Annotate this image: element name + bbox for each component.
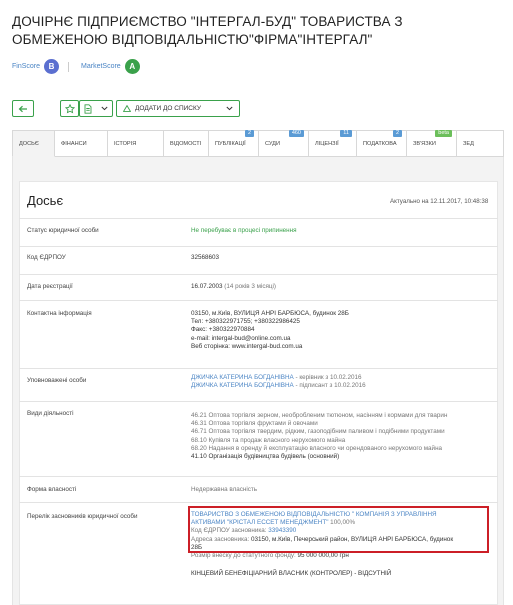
tab-label: ЗВ'ЯЗКИ bbox=[413, 140, 436, 147]
row-registration: Дата реєстрації 16.07.2003 (14 років 3 м… bbox=[19, 274, 498, 296]
tab-beta-badge: beta bbox=[435, 130, 452, 137]
toolbar: ДОДАТИ ДО СПИСКУ bbox=[12, 100, 240, 117]
company-title: ДОЧІРНЄ ПІДПРИЄМСТВО "ІНТЕРГАЛ-БУД" ТОВА… bbox=[12, 13, 492, 49]
activity-item-primary: 41.10 Організація будівництва будівель (… bbox=[191, 453, 340, 461]
ownership-label: Форма власності bbox=[27, 486, 77, 493]
row-contacts: Контактна інформація 03150, м.Київ, ВУЛИ… bbox=[19, 300, 498, 368]
capital-label: Розмір внеску до статутного фонду: bbox=[191, 552, 298, 560]
tab-label: ФІНАНСИ bbox=[61, 140, 87, 147]
row-activities: Види діяльності 46.21 Оптова торгівля зе… bbox=[19, 401, 498, 473]
tab-label: ПУБЛІКАЦІЇ bbox=[215, 140, 246, 147]
company-title-line1: ДОЧІРНЄ ПІДПРИЄМСТВО "ІНТЕРГАЛ-БУД" ТОВА… bbox=[12, 14, 403, 29]
tab-history[interactable]: ІСТОРІЯ bbox=[108, 130, 164, 157]
back-button[interactable] bbox=[12, 100, 34, 117]
registration-age: (14 років 3 місяці) bbox=[224, 283, 277, 290]
chevron-down-icon bbox=[226, 106, 233, 111]
contact-email: e-mail: intergal-bud@online.com.ua bbox=[191, 334, 291, 342]
export-button[interactable] bbox=[79, 100, 113, 117]
activity-item: 68.20 Надання в оренду й експлуатацію вл… bbox=[191, 444, 443, 452]
contact-address: 03150, м.Київ, ВУЛИЦЯ АНРІ БАРБЮСА, буди… bbox=[191, 310, 349, 317]
edrpou-label: Код ЄДРПОУ bbox=[27, 254, 66, 261]
authorized-person: ДЖИЧКА КАТЕРИНА БОГДАНІВНА - керівник з … bbox=[191, 374, 366, 382]
tab-connections[interactable]: ЗВ'ЯЗКИ beta bbox=[407, 130, 457, 157]
tab-count-badge: 2 bbox=[244, 130, 254, 137]
tab-finance[interactable]: ФІНАНСИ bbox=[55, 130, 108, 157]
tab-dossier[interactable]: ДОСЬЄ bbox=[12, 130, 55, 157]
tab-label: ЛІЦЕНЗІЇ bbox=[315, 140, 339, 147]
row-edrpou: Код ЄДРПОУ 32568603 bbox=[19, 246, 498, 268]
tab-bar: ДОСЬЄ ФІНАНСИ ІСТОРІЯ ВІДОМОСТІ ПУБЛІКАЦ… bbox=[12, 130, 504, 157]
tab-publications[interactable]: ПУБЛІКАЦІЇ 2 bbox=[209, 130, 259, 157]
row-ownership: Форма власності Недержавна власність bbox=[19, 476, 498, 500]
score-divider bbox=[68, 61, 70, 72]
authorized-person-role: - керівник з 10.02.2016 bbox=[293, 374, 362, 381]
founder-highlight-box bbox=[188, 506, 489, 553]
capital-value: 95 000 000,00 грн bbox=[297, 552, 349, 560]
tab-records[interactable]: ВІДОМОСТІ bbox=[164, 130, 209, 157]
tab-label: ІСТОРІЯ bbox=[114, 140, 137, 147]
contacts-label: Контактна інформація bbox=[27, 310, 92, 317]
activities-list: 46.21 Оптова торгівля зерном, необроблен… bbox=[191, 412, 447, 461]
authorized-person-role: - підписант з 10.02.2016 bbox=[293, 382, 366, 390]
scores-bar: FinScore B MarketScore A bbox=[12, 59, 140, 74]
tab-licenses[interactable]: ЛІЦЕНЗІЇ 11 bbox=[309, 130, 357, 157]
row-authorized: Уповноважені особи ДЖИЧКА КАТЕРИНА БОГДА… bbox=[19, 368, 498, 398]
tab-label: ВІДОМОСТІ bbox=[170, 140, 202, 147]
tab-label: ПОДАТКОВА bbox=[363, 140, 397, 147]
status-value: Не перебуває в процесі припинення bbox=[191, 227, 297, 234]
beneficiary-note: КІНЦЕВИЙ БЕНЕФІЦІАРНИЙ ВЛАСНИК (КОНТРОЛЕ… bbox=[191, 570, 392, 578]
tab-tax[interactable]: ПОДАТКОВА 2 bbox=[357, 130, 407, 157]
founders-label: Перелік засновників юридичної особи bbox=[27, 513, 138, 520]
authorized-person-link[interactable]: ДЖИЧКА КАТЕРИНА БОГДАНІВНА bbox=[191, 382, 294, 389]
chevron-down-icon bbox=[101, 106, 108, 111]
tab-foreign-trade[interactable]: ЗЕД bbox=[457, 130, 504, 157]
finscore-link[interactable]: FinScore bbox=[12, 63, 40, 70]
tab-courts[interactable]: СУДИ 460 bbox=[259, 130, 309, 157]
activity-item: 46.71 Оптова торгівля твердим, рідким, г… bbox=[191, 428, 445, 436]
activity-item: 68.10 Купівля та продаж власного нерухом… bbox=[191, 436, 346, 444]
tab-label: ДОСЬЄ bbox=[19, 140, 39, 147]
marketscore-badge[interactable]: A bbox=[124, 59, 140, 74]
add-to-list-label: ДОДАТИ ДО СПИСКУ bbox=[135, 105, 201, 112]
favorite-button[interactable] bbox=[60, 100, 79, 117]
finscore-badge[interactable]: B bbox=[44, 59, 60, 74]
ownership-value: Недержавна власність bbox=[191, 486, 258, 493]
authorized-label: Уповноважені особи bbox=[27, 377, 87, 384]
edrpou-value: 32568603 bbox=[191, 254, 220, 261]
activity-item: 46.21 Оптова торгівля зерном, необроблен… bbox=[191, 412, 448, 419]
tab-label: СУДИ bbox=[265, 140, 280, 147]
contact-fax: Факс: +380322970884 bbox=[191, 326, 255, 334]
founder-capital: Розмір внеску до статутного фонду: 95 00… bbox=[191, 552, 483, 560]
tab-label: ЗЕД bbox=[463, 140, 474, 147]
contact-phone: Тел: +380322971755; +380322986425 bbox=[191, 318, 300, 326]
registration-value: 16.07.2003 (14 років 3 місяці) bbox=[191, 283, 276, 291]
tab-count-badge: 2 bbox=[392, 130, 402, 137]
warning-triangle-icon bbox=[123, 105, 131, 112]
arrow-left-icon bbox=[18, 105, 27, 112]
tab-count-badge: 11 bbox=[340, 130, 352, 137]
row-status: Статус юридичної особи Не перебуває в пр… bbox=[19, 218, 498, 240]
registration-label: Дата реєстрації bbox=[27, 283, 73, 290]
contacts-value: 03150, м.Київ, ВУЛИЦЯ АНРІ БАРБЮСА, буди… bbox=[191, 310, 349, 351]
company-title-line2: ОБМЕЖЕНОЮ ВІДПОВІДАЛЬНІСТЮ"ФІРМА"ІНТЕРГА… bbox=[12, 32, 373, 47]
activities-label: Види діяльності bbox=[27, 410, 74, 417]
star-icon bbox=[64, 103, 75, 113]
add-to-list-dropdown[interactable]: ДОДАТИ ДО СПИСКУ bbox=[116, 100, 240, 117]
marketscore-link[interactable]: MarketScore bbox=[81, 63, 121, 70]
status-label: Статус юридичної особи bbox=[27, 227, 99, 234]
authorized-person-link[interactable]: ДЖИЧКА КАТЕРИНА БОГДАНІВНА bbox=[191, 374, 294, 381]
registration-date: 16.07.2003 bbox=[191, 283, 223, 290]
document-icon bbox=[84, 103, 92, 114]
authorized-person: ДЖИЧКА КАТЕРИНА БОГДАНІВНА - підписант з… bbox=[191, 382, 366, 390]
updated-timestamp: Актуально на 12.11.2017, 10:48:38 bbox=[390, 198, 489, 205]
dossier-heading: Досьє bbox=[27, 193, 64, 208]
contact-website: Веб сторінка: www.intergal-bud.com.ua bbox=[191, 342, 303, 350]
tab-count-badge: 460 bbox=[288, 130, 304, 137]
authorized-list: ДЖИЧКА КАТЕРИНА БОГДАНІВНА - керівник з … bbox=[191, 374, 366, 390]
